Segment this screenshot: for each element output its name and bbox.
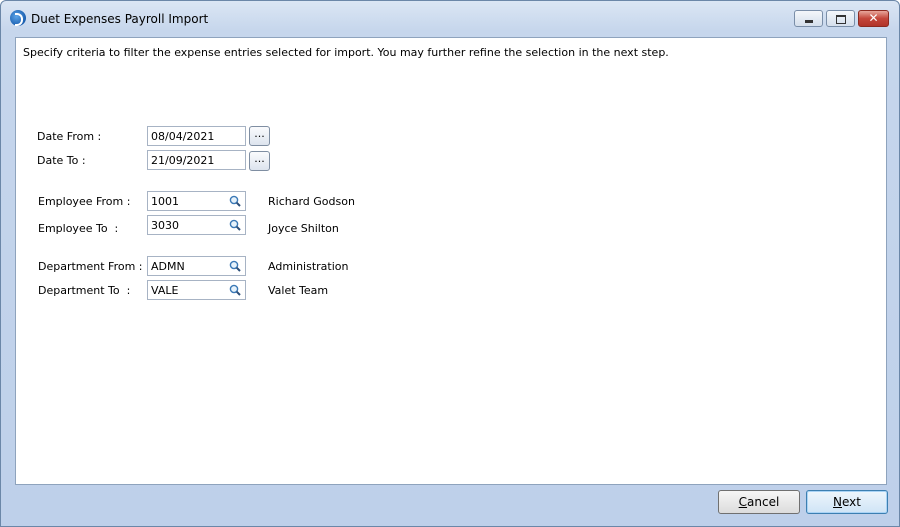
cancel-accelerator: C: [738, 495, 748, 509]
instructions-text: Specify criteria to filter the expense e…: [23, 46, 669, 59]
date-to-input[interactable]: 21/09/2021: [147, 150, 246, 170]
title-bar[interactable]: Duet Expenses Payroll Import ✕: [1, 1, 899, 35]
close-button[interactable]: ✕: [858, 10, 889, 27]
department-to-label: Department To :: [38, 284, 131, 297]
department-from-input[interactable]: ADMN: [147, 256, 246, 276]
department-to-input[interactable]: VALE: [147, 280, 246, 300]
department-from-name: Administration: [268, 260, 349, 273]
employee-from-label: Employee From :: [38, 195, 131, 208]
window-title: Duet Expenses Payroll Import: [31, 12, 209, 26]
employee-to-input[interactable]: 3030: [147, 215, 246, 235]
employee-to-value: 3030: [151, 219, 179, 232]
employee-from-input[interactable]: 1001: [147, 191, 246, 211]
next-accelerator: N: [833, 495, 842, 509]
employee-to-name: Joyce Shilton: [268, 222, 339, 235]
employee-from-value: 1001: [151, 195, 179, 208]
maximize-button[interactable]: [826, 10, 855, 27]
criteria-panel: Specify criteria to filter the expense e…: [15, 37, 887, 485]
search-icon[interactable]: [229, 219, 241, 231]
search-icon[interactable]: [229, 284, 241, 296]
employee-to-label: Employee To :: [38, 222, 119, 235]
import-window: Duet Expenses Payroll Import ✕ Specify c…: [0, 0, 900, 527]
date-to-label: Date To :: [37, 154, 86, 167]
date-to-value: 21/09/2021: [151, 154, 215, 167]
department-to-value: VALE: [151, 284, 179, 297]
cancel-label: ancel: [747, 495, 780, 509]
department-from-label: Department From :: [38, 260, 143, 273]
employee-from-name: Richard Godson: [268, 195, 355, 208]
close-icon: ✕: [868, 11, 879, 25]
department-from-value: ADMN: [151, 260, 185, 273]
date-from-input[interactable]: 08/04/2021: [147, 126, 246, 146]
cancel-button[interactable]: Cancel: [718, 490, 800, 514]
date-from-picker-button[interactable]: ...: [249, 126, 270, 146]
department-to-name: Valet Team: [268, 284, 329, 297]
search-icon[interactable]: [229, 195, 241, 207]
date-from-label: Date From :: [37, 130, 102, 143]
search-icon[interactable]: [229, 260, 241, 272]
next-button[interactable]: Next: [806, 490, 888, 514]
date-from-value: 08/04/2021: [151, 130, 215, 143]
minimize-button[interactable]: [794, 10, 823, 27]
next-label: ext: [842, 495, 861, 509]
duet-app-icon: [10, 10, 26, 26]
date-to-picker-button[interactable]: ...: [249, 151, 270, 171]
